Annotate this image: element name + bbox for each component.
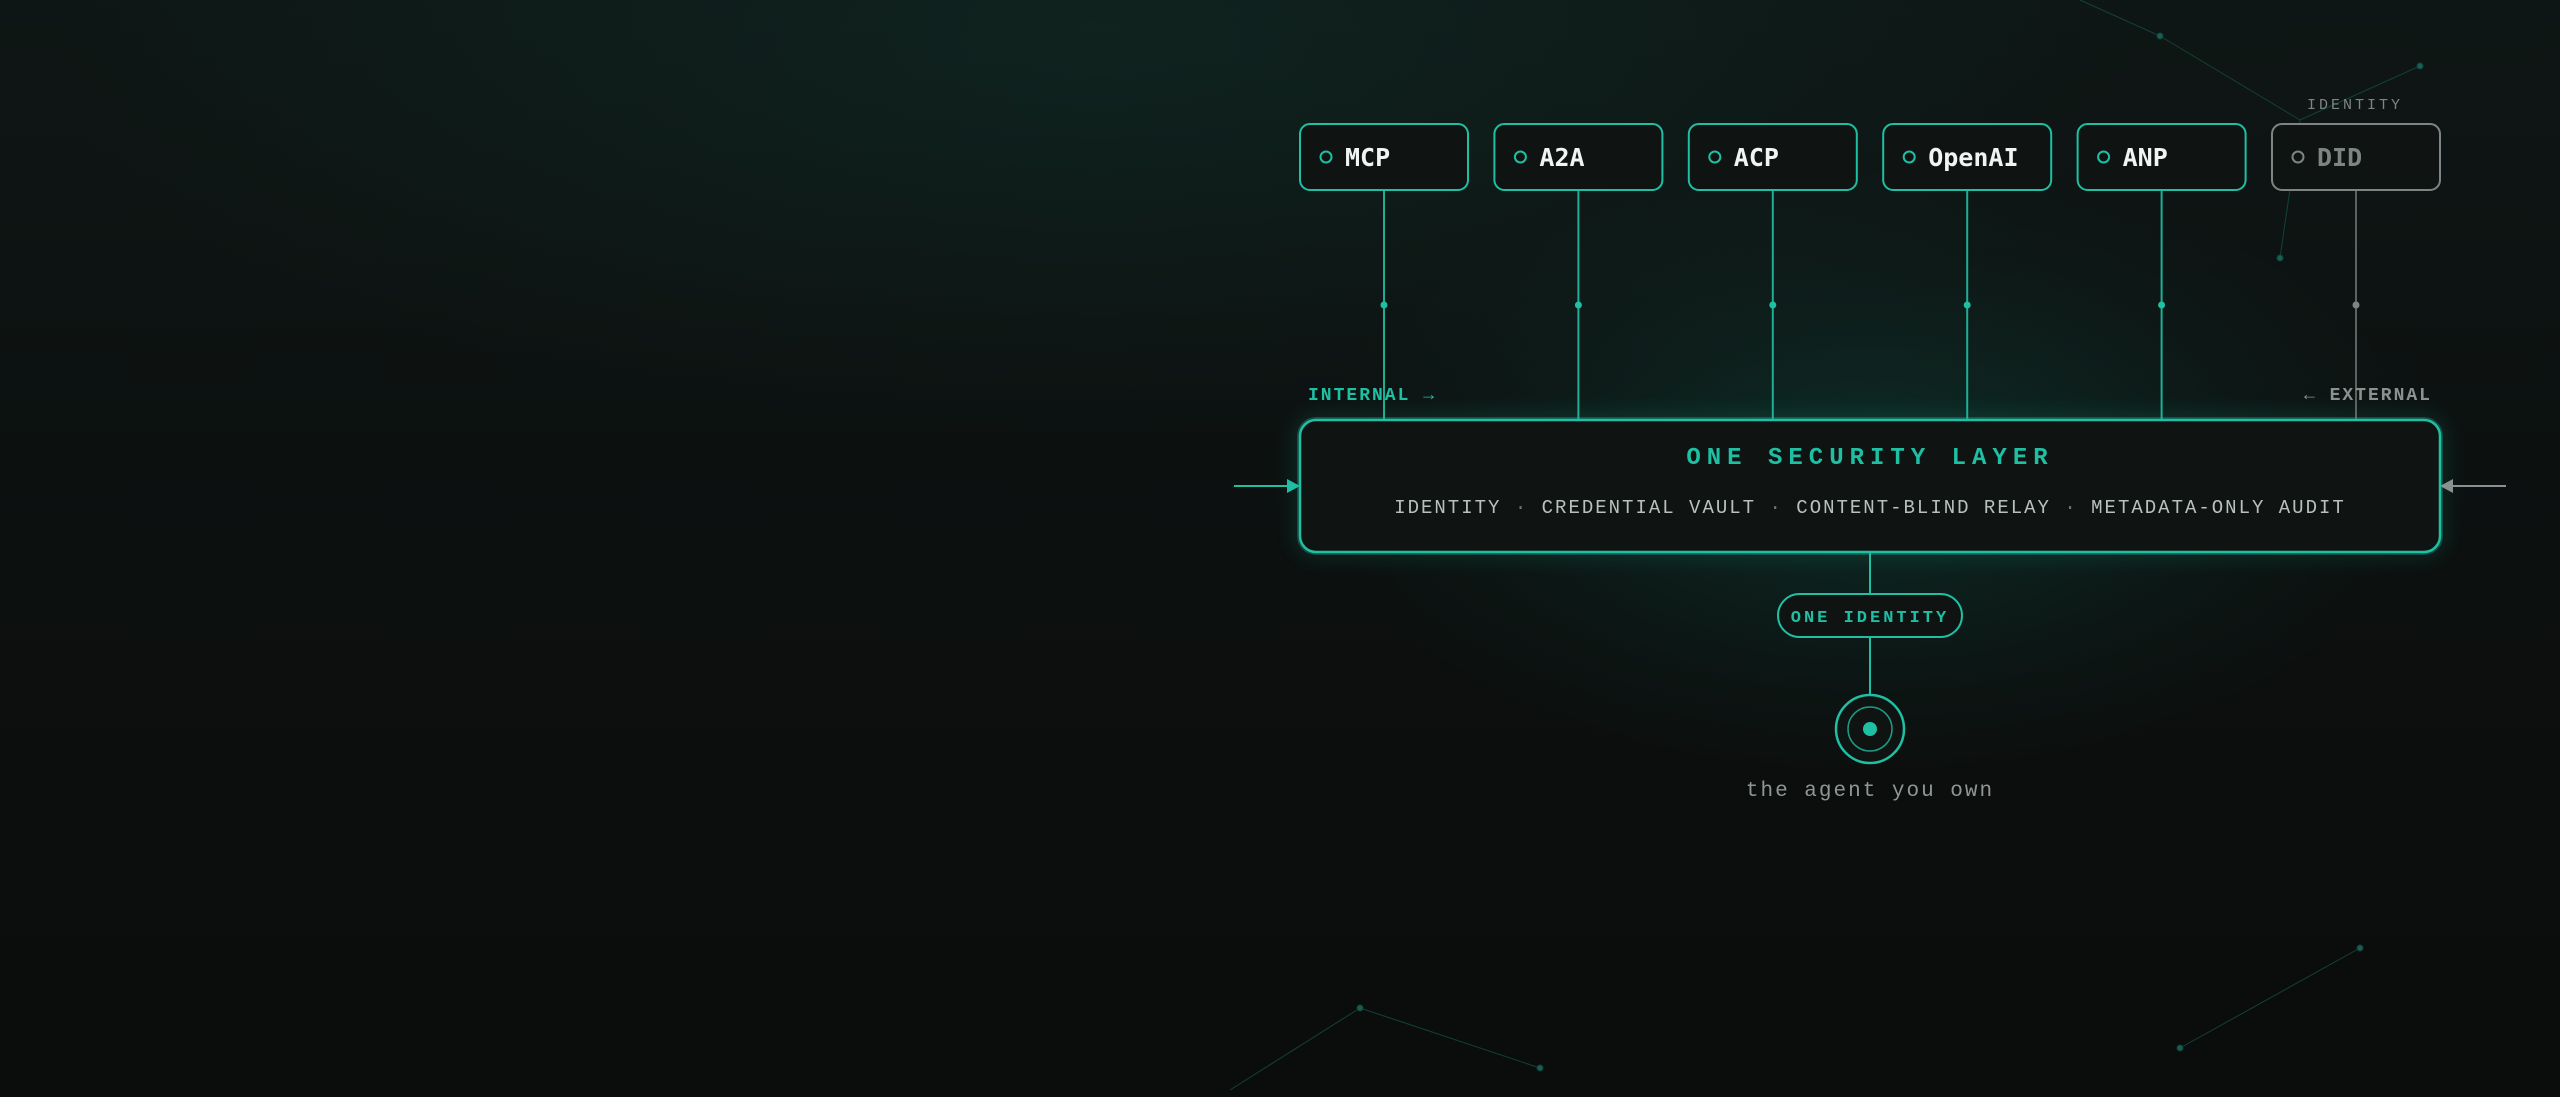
external-arrow (2440, 479, 2506, 493)
protocol-box-a2a: A2A (1493, 123, 1664, 191)
protocol-box-openai: OpenAI (1882, 123, 2053, 191)
external-label: ← EXTERNAL (2304, 386, 2432, 406)
protocol-connectors (1380, 190, 2360, 420)
agent-caption: the agent you own (1746, 780, 1994, 803)
protocol-label-did: DID (2317, 143, 2362, 172)
diagram-stage: MCP A2A ACP OpenAI ANP DID IDENTITY INTERNAL … (0, 0, 2560, 1097)
feature-identity: IDENTITY (1394, 497, 1501, 519)
protocol-box-mcp: MCP (1299, 123, 1469, 191)
connector-node-openai (1963, 301, 1971, 309)
connector-node-a2a (1574, 301, 1582, 309)
protocol-label-anp: ANP (2123, 143, 2168, 172)
one-identity-pill: ONE IDENTITY (1777, 593, 1963, 638)
internal-arrow (1234, 479, 1300, 493)
connector-node-acp (1769, 301, 1777, 309)
protocol-label-mcp: MCP (1345, 143, 1390, 172)
connector-node-did (2352, 301, 2360, 309)
security-layer-title: ONE SECURITY LAYER (1686, 445, 2053, 472)
feature-separator: · (1756, 497, 1796, 519)
security-layer-panel: ONE SECURITY LAYER IDENTITY · CREDENTIAL… (1298, 418, 2442, 554)
security-layer-features: IDENTITY · CREDENTIAL VAULT · CONTENT-BL… (1394, 497, 2346, 519)
feature-metadata-only-audit: METADATA-ONLY AUDIT (2091, 497, 2346, 519)
protocol-row: MCP A2A ACP OpenAI ANP DID (1299, 123, 2441, 191)
feature-separator: · (2051, 497, 2091, 519)
protocol-label-acp: ACP (1734, 143, 1779, 172)
target-icon (1834, 693, 1906, 765)
feature-credential-vault: CREDENTIAL VAULT (1542, 497, 1756, 519)
did-identity-caption: IDENTITY (2307, 97, 2403, 114)
one-identity-label: ONE IDENTITY (1791, 609, 1949, 628)
connector-node-mcp (1380, 301, 1388, 309)
connector-node-anp (2158, 301, 2166, 309)
protocol-box-acp: ACP (1687, 123, 1858, 191)
diagram-canvas: MCP A2A ACP OpenAI ANP DID IDENTITY INTERNAL … (1229, 0, 2506, 1091)
protocol-box-did: DID (2271, 123, 2441, 191)
protocol-label-a2a: A2A (1539, 143, 1584, 172)
protocol-label-openai: OpenAI (1928, 143, 2018, 172)
protocol-box-anp: ANP (2076, 123, 2247, 191)
feature-separator: · (1501, 497, 1541, 519)
internal-label: INTERNAL → (1308, 386, 1436, 406)
feature-content-blind-relay: CONTENT-BLIND RELAY (1796, 497, 2051, 519)
